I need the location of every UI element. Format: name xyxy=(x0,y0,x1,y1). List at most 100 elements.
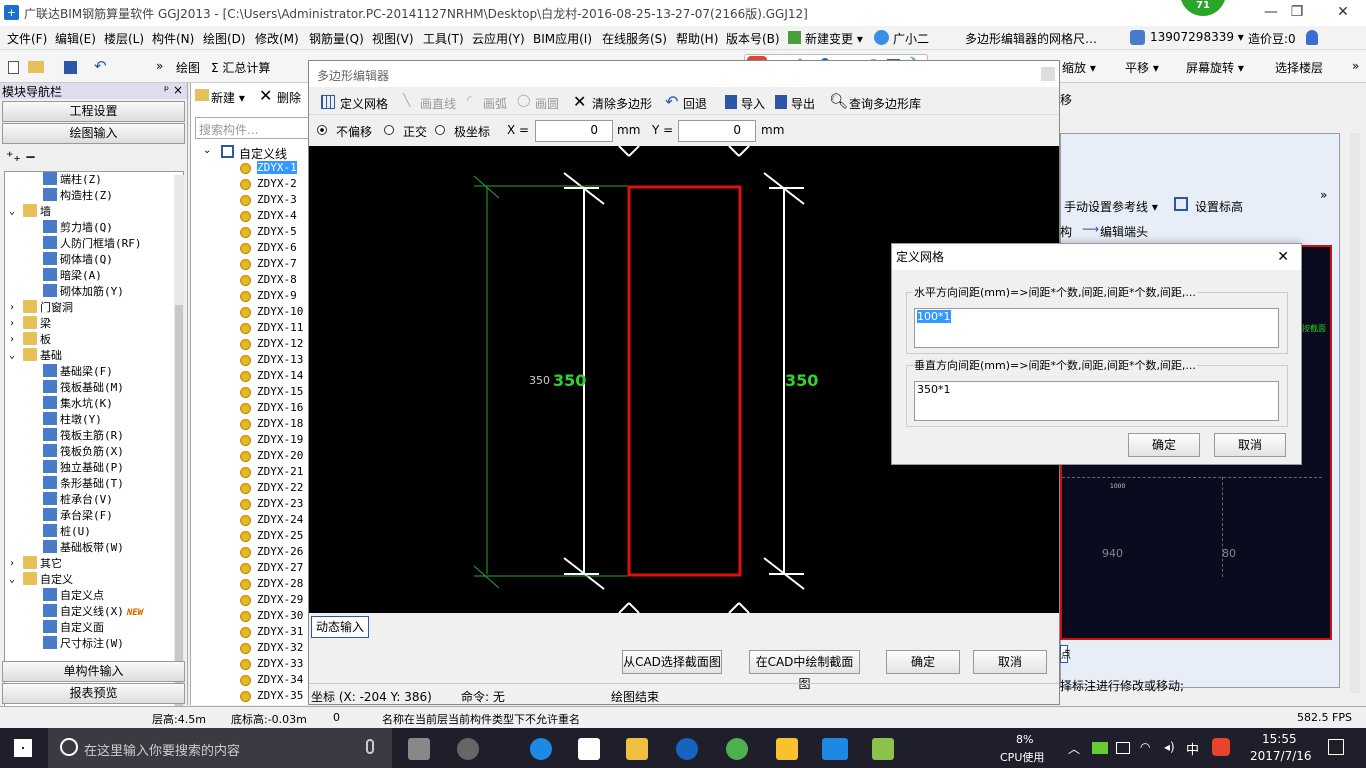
tree-item[interactable]: 砌体加筋(Y) xyxy=(43,284,124,300)
export-button[interactable]: 导出 xyxy=(791,95,815,112)
menu-cloud[interactable]: 云应用(Y) xyxy=(472,30,525,47)
notes-icon[interactable] xyxy=(776,738,798,760)
draw-in-cad-button[interactable]: 在CAD中绘制截面图 xyxy=(749,650,860,691)
component-list-item[interactable]: ZDYX-14 xyxy=(257,369,303,382)
tree-item[interactable]: › 板 xyxy=(9,332,51,348)
horizontal-spacing-input[interactable]: 100*1 xyxy=(914,308,1279,348)
menu-tools[interactable]: 工具(T) xyxy=(423,30,464,47)
component-list-item[interactable]: ZDYX-12 xyxy=(257,337,303,350)
expand-icon[interactable]: ⌄ xyxy=(9,348,15,364)
tree-item[interactable]: 端柱(Z) xyxy=(43,172,102,188)
windows-start-icon[interactable] xyxy=(14,739,32,757)
component-list-item[interactable]: ZDYX-26 xyxy=(257,545,303,558)
tree-item[interactable]: 桩承台(V) xyxy=(43,492,113,508)
menu-component[interactable]: 构件(N) xyxy=(152,30,194,47)
tree-item[interactable]: 砌体墙(Q) xyxy=(43,252,113,268)
tree-item[interactable]: 集水坑(K) xyxy=(43,396,113,412)
tree-item[interactable]: 人防门框墙(RF) xyxy=(43,236,142,252)
tree-item[interactable]: 独立基础(P) xyxy=(43,460,124,476)
tree-item[interactable]: 剪力墙(Q) xyxy=(43,220,113,236)
import-button[interactable]: 导入 xyxy=(741,95,765,112)
component-list-item[interactable]: ZDYX-11 xyxy=(257,321,303,334)
draw-line-button[interactable]: 画直线 xyxy=(420,95,456,112)
no-offset-radio[interactable] xyxy=(317,125,327,135)
menu-draw[interactable]: 绘图(D) xyxy=(203,30,246,47)
drawing-input-button[interactable]: 绘图输入 xyxy=(2,123,185,144)
tray-nvidia-icon[interactable] xyxy=(1092,742,1108,754)
explorer-icon[interactable] xyxy=(626,738,648,760)
component-list-item[interactable]: ZDYX-8 xyxy=(257,273,297,286)
input-language[interactable]: 中 xyxy=(1186,739,1199,758)
y-input[interactable]: 0 xyxy=(678,120,756,142)
new-file-icon[interactable] xyxy=(8,61,19,74)
tree-item[interactable]: 承台梁(F) xyxy=(43,508,113,524)
project-settings-button[interactable]: 工程设置 xyxy=(2,101,185,122)
dynamic-input-toggle[interactable]: 动态输入 xyxy=(311,616,369,638)
editor-cancel-button[interactable]: 取消 xyxy=(973,650,1047,674)
bell-icon[interactable] xyxy=(1306,30,1318,45)
expand-icon[interactable]: ⌄ xyxy=(9,572,15,588)
menu-rebar[interactable]: 钢筋量(Q) xyxy=(309,30,364,47)
menu-assistant[interactable]: 广小二 xyxy=(893,30,929,47)
dialog-ok-button[interactable]: 确定 xyxy=(1128,433,1200,457)
undo-button[interactable]: 回退 xyxy=(683,95,707,112)
tree-item[interactable]: 构造柱(Z) xyxy=(43,188,113,204)
delete-button[interactable]: 删除 xyxy=(277,89,301,106)
component-list-item[interactable]: ZDYX-9 xyxy=(257,289,297,302)
x-input[interactable]: 0 xyxy=(535,120,613,142)
score-badge[interactable]: 71 xyxy=(1180,0,1226,16)
tree-item[interactable]: 筏板负筋(X) xyxy=(43,444,124,460)
ggj-app-icon[interactable] xyxy=(822,738,848,760)
open-folder-icon[interactable] xyxy=(28,61,44,73)
account-phone[interactable]: 13907298339 ▾ xyxy=(1150,30,1244,44)
expand-icon[interactable]: › xyxy=(9,556,15,572)
component-list-item[interactable]: ZDYX-5 xyxy=(257,225,297,238)
component-list-item[interactable]: ZDYX-1 xyxy=(257,161,297,174)
menu-online[interactable]: 在线服务(S) xyxy=(602,30,667,47)
tray-wifi-icon[interactable]: ◠ xyxy=(1140,740,1150,754)
right-more-icon[interactable]: » xyxy=(1320,188,1327,202)
tree-item[interactable]: 自定义面 xyxy=(43,620,104,636)
tray-sogou-icon[interactable] xyxy=(1212,738,1230,756)
tree-scrollbar[interactable] xyxy=(174,175,184,741)
browser-icon[interactable] xyxy=(457,738,479,760)
query-polygon-library-button[interactable]: 查询多边形库 xyxy=(849,95,921,112)
menu-file[interactable]: 文件(F) xyxy=(7,30,47,47)
ref-line-button[interactable]: 手动设置参考线 ▾ xyxy=(1064,198,1158,215)
tree-item[interactable]: 尺寸标注(W) xyxy=(43,636,124,652)
menu-version[interactable]: 版本号(B) xyxy=(726,30,780,47)
restore-button[interactable]: ❐ xyxy=(1274,0,1320,26)
search-component-input[interactable]: 搜索构件... xyxy=(195,117,309,139)
select-from-cad-button[interactable]: 从CAD选择截面图 xyxy=(622,650,722,674)
set-elevation-button[interactable]: 设置标高 xyxy=(1195,198,1243,215)
single-component-button[interactable]: 单构件输入 xyxy=(2,661,185,682)
notification-icon[interactable] xyxy=(1328,739,1344,755)
component-list-item[interactable]: ZDYX-30 xyxy=(257,609,303,622)
tree-item[interactable]: ⌄ 自定义 xyxy=(9,572,73,588)
editor-close-icon[interactable] xyxy=(1041,67,1055,81)
tree-item[interactable]: › 其它 xyxy=(9,556,62,572)
component-list-item[interactable]: ZDYX-33 xyxy=(257,657,303,670)
tree-item[interactable]: 筏板主筋(R) xyxy=(43,428,124,444)
tree-item[interactable]: ⌄ 基础 xyxy=(9,348,62,364)
store-icon[interactable] xyxy=(578,738,600,760)
polar-radio[interactable] xyxy=(435,125,445,135)
menu-help[interactable]: 帮助(H) xyxy=(676,30,718,47)
component-list-item[interactable]: ZDYX-2 xyxy=(257,177,297,190)
tree-item[interactable]: 自定义线(X) NEW xyxy=(43,604,144,621)
menu-floor[interactable]: 楼层(L) xyxy=(104,30,144,47)
edge-icon[interactable] xyxy=(530,738,552,760)
tree-item[interactable]: › 梁 xyxy=(9,316,51,332)
tree-item[interactable]: 条形基础(T) xyxy=(43,476,124,492)
collapse-root-icon[interactable]: ⌄ xyxy=(203,145,211,156)
expand-icon[interactable]: › xyxy=(9,300,15,316)
tray-up-icon[interactable]: ︿ xyxy=(1068,740,1080,757)
pan-button[interactable]: 平移 ▾ xyxy=(1125,59,1159,76)
tree-item[interactable]: 柱墩(Y) xyxy=(43,412,102,428)
select-floor-button[interactable]: 选择楼层 xyxy=(1275,59,1323,76)
component-list-item[interactable]: ZDYX-3 xyxy=(257,193,297,206)
tree-item[interactable]: 桩(U) xyxy=(43,524,91,540)
screen-rotate-button[interactable]: 屏幕旋转 ▾ xyxy=(1186,59,1244,76)
component-list-item[interactable]: ZDYX-24 xyxy=(257,513,303,526)
report-preview-button[interactable]: 报表预览 xyxy=(2,683,185,704)
